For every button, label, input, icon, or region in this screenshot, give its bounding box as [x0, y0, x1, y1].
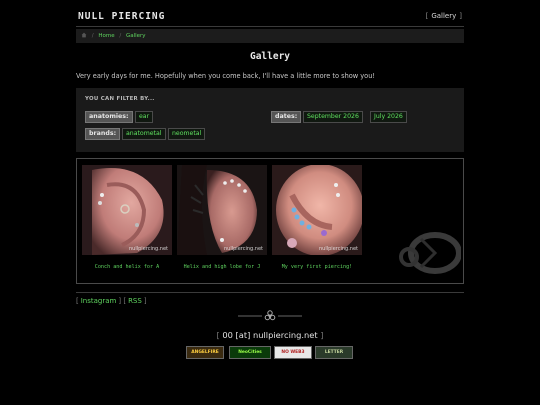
filter-brand-anatometal[interactable]: anatometal — [122, 128, 166, 140]
filter-anatomy-ear[interactable]: ear — [135, 111, 154, 123]
filter-heading: YOU CAN FILTER BY... — [85, 96, 155, 102]
gallery-thumb[interactable]: nullpiercing.net — [82, 165, 172, 255]
filter-brand-neometal[interactable]: neometal — [168, 128, 206, 140]
watermark: nullpiercing.net — [129, 246, 168, 252]
watermark: nullpiercing.net — [319, 246, 358, 252]
dates-label: dates: — [271, 111, 302, 123]
badge-no-web3[interactable]: NO WEB3 — [274, 346, 312, 359]
footer-divider — [76, 310, 464, 322]
intro-text: Very early days for me. Hopefully when y… — [76, 72, 376, 80]
home-icon[interactable] — [81, 32, 89, 39]
breadcrumb-home[interactable]: Home — [98, 33, 114, 39]
filter-date-september-2026[interactable]: September 2026 — [303, 111, 363, 123]
biohazard-icon — [264, 310, 276, 321]
breadcrumb-gallery[interactable]: Gallery — [126, 33, 146, 39]
badge-letter[interactable]: LETTER — [315, 346, 353, 359]
gallery-caption[interactable]: My very first piercing! — [270, 264, 364, 270]
gallery-caption[interactable]: Conch and helix for A — [80, 264, 174, 270]
badge-angelfire[interactable]: ANGELFIRE — [186, 346, 224, 359]
instagram-link[interactable]: Instagram — [81, 297, 117, 305]
header: NULL PIERCING [Gallery] — [76, 8, 464, 27]
gallery-thumb[interactable]: nullpiercing.net — [272, 165, 362, 255]
brands-label: brands: — [85, 128, 121, 140]
page-title: Gallery — [249, 51, 291, 62]
nav-gallery-link[interactable]: Gallery — [431, 12, 456, 20]
top-nav: [Gallery] — [425, 12, 462, 20]
gallery-grid: nullpiercing.net Conch and helix for A n… — [76, 158, 464, 284]
rss-link[interactable]: RSS — [128, 297, 142, 305]
anatomies-label: anatomies: — [85, 111, 133, 123]
site-title[interactable]: NULL PIERCING — [78, 11, 165, 22]
filter-date-july-2026[interactable]: July 2026 — [370, 111, 407, 123]
email-address[interactable]: 00 [at] nullpiercing.net — [222, 330, 317, 340]
social-links: [Instagram] [RSS] — [76, 292, 464, 305]
breadcrumb: / Home / Gallery — [76, 29, 464, 43]
filter-panel: YOU CAN FILTER BY... anatomies: ear bran… — [76, 88, 464, 152]
contact-email: [ 00 [at] nullpiercing.net ] — [216, 330, 324, 340]
gallery-caption[interactable]: Helix and high lobe for J — [175, 264, 269, 270]
badge-neocities[interactable]: NeoCities — [229, 346, 271, 359]
gallery-thumb[interactable]: nullpiercing.net — [177, 165, 267, 255]
decorative-emblem-icon — [391, 227, 462, 281]
watermark: nullpiercing.net — [224, 246, 263, 252]
